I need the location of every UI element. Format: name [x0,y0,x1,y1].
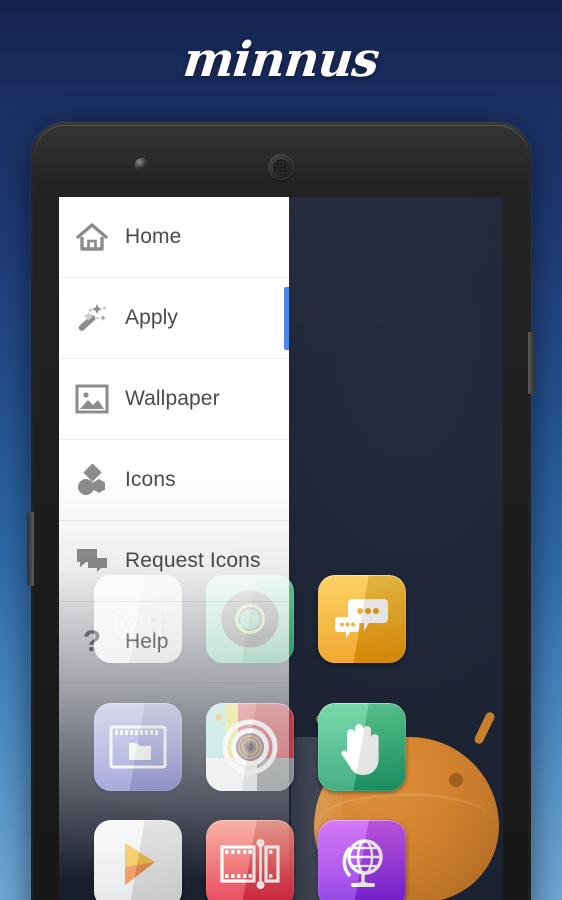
magic-wand-icon [59,302,125,334]
power-button[interactable] [528,332,535,394]
drawer-item-label: Apply [125,306,179,329]
front-camera-icon [135,158,148,171]
drawer-item-request-icons[interactable]: Request Icons [59,521,289,602]
drawer-item-label: Request Icons [125,549,261,572]
navigation-drawer: Home Apply Wallpaper Icons Request Icons… [59,197,289,900]
drawer-item-icons[interactable]: Icons [59,440,289,521]
page-title: minnus [180,32,382,88]
hand-app-icon[interactable] [318,703,406,791]
drawer-item-apply[interactable]: Apply [59,278,289,359]
chat-bubbles-icon [318,575,406,663]
drawer-item-label: Help [125,630,169,653]
question-mark-icon: ? [59,626,125,658]
phone-device: Home Apply Wallpaper Icons Request Icons… [27,122,535,900]
globe-browser-app-icon[interactable] [318,820,406,900]
globe-icon [318,820,406,900]
drawer-item-help[interactable]: ? Help [59,602,289,683]
drawer-item-label: Icons [125,468,176,491]
drawer-item-label: Wallpaper [125,387,220,410]
svg-text:?: ? [83,626,101,658]
shapes-icon [59,464,125,496]
image-icon [59,384,125,414]
hand-icon [318,703,406,791]
screenshot-stage: minnus Home Apply Wallpaper Icons Reques… [0,0,562,900]
messages-app-icon[interactable] [318,575,406,663]
drawer-item-wallpaper[interactable]: Wallpaper [59,359,289,440]
drawer-item-home[interactable]: Home [59,197,289,278]
speaker-grille-icon [268,154,294,180]
home-icon [59,222,125,252]
speech-bubbles-icon [59,546,125,576]
drawer-selection-indicator [284,287,289,350]
drawer-item-label: Home [125,225,182,248]
phone-screen: Home Apply Wallpaper Icons Request Icons… [59,197,503,900]
volume-button[interactable] [27,512,34,586]
